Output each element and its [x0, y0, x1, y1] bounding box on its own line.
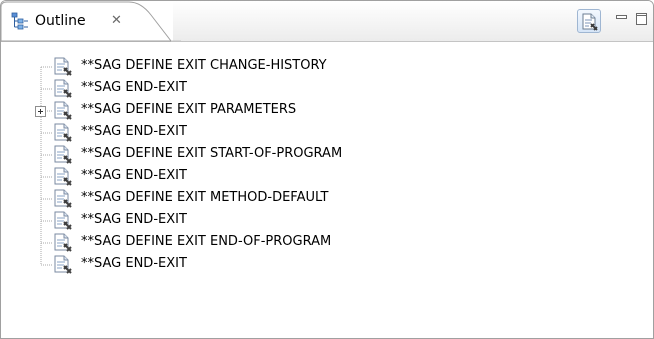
- tree-item-label: **SAG DEFINE EXIT CHANGE-HISTORY: [81, 58, 327, 73]
- exit-node-icon: [53, 123, 75, 143]
- expand-toggle-icon[interactable]: [35, 106, 46, 117]
- exit-node-icon: [53, 189, 75, 209]
- exit-node-icon: [53, 79, 75, 99]
- exit-node-icon: [53, 57, 75, 77]
- tree-item[interactable]: **SAG DEFINE EXIT CHANGE-HISTORY: [53, 55, 633, 77]
- tree-item[interactable]: **SAG END-EXIT: [53, 77, 633, 99]
- outline-icon: [11, 12, 29, 30]
- exit-node-icon: [53, 255, 75, 275]
- outline-view: Outline ✕ **SAG DEFINE EXIT CHANGE-HISTO…: [0, 0, 654, 339]
- tree-item[interactable]: **SAG DEFINE EXIT METHOD-DEFAULT: [53, 187, 633, 209]
- exit-node-icon: [53, 145, 75, 165]
- tree-item[interactable]: **SAG DEFINE EXIT PARAMETERS: [53, 99, 633, 121]
- exit-node-icon: [53, 211, 75, 231]
- tree-item[interactable]: **SAG END-EXIT: [53, 253, 633, 275]
- tree-item-label: **SAG DEFINE EXIT METHOD-DEFAULT: [81, 190, 329, 205]
- minimize-icon[interactable]: [615, 11, 629, 25]
- tree-item-label: **SAG END-EXIT: [81, 124, 187, 139]
- tree-item-label: **SAG DEFINE EXIT PARAMETERS: [81, 102, 297, 117]
- close-icon[interactable]: ✕: [111, 12, 122, 30]
- tree-item[interactable]: **SAG END-EXIT: [53, 121, 633, 143]
- tree-item-label: **SAG DEFINE EXIT START-OF-PROGRAM: [81, 146, 343, 161]
- link-with-editor-icon: [582, 13, 598, 31]
- maximize-icon[interactable]: [635, 11, 649, 25]
- exit-node-icon: [53, 167, 75, 187]
- tree-item-label: **SAG END-EXIT: [81, 256, 187, 271]
- tree-item-label: **SAG END-EXIT: [81, 212, 187, 227]
- tree-item[interactable]: **SAG END-EXIT: [53, 209, 633, 231]
- tree-item[interactable]: **SAG DEFINE EXIT START-OF-PROGRAM: [53, 143, 633, 165]
- tree-item[interactable]: **SAG END-EXIT: [53, 165, 633, 187]
- tree-item[interactable]: **SAG DEFINE EXIT END-OF-PROGRAM: [53, 231, 633, 253]
- exit-node-icon: [53, 101, 75, 121]
- tree-item-label: **SAG END-EXIT: [81, 168, 187, 183]
- tree-item-label: **SAG END-EXIT: [81, 80, 187, 95]
- tab-outline[interactable]: Outline ✕: [1, 1, 181, 42]
- exit-node-icon: [53, 233, 75, 253]
- link-with-editor-button[interactable]: [577, 9, 601, 33]
- outline-tree: **SAG DEFINE EXIT CHANGE-HISTORY **SAG EN…: [1, 41, 653, 338]
- tab-title: Outline: [35, 13, 86, 29]
- tree-item-label: **SAG DEFINE EXIT END-OF-PROGRAM: [81, 234, 332, 249]
- view-tab-bar: Outline ✕: [1, 1, 653, 42]
